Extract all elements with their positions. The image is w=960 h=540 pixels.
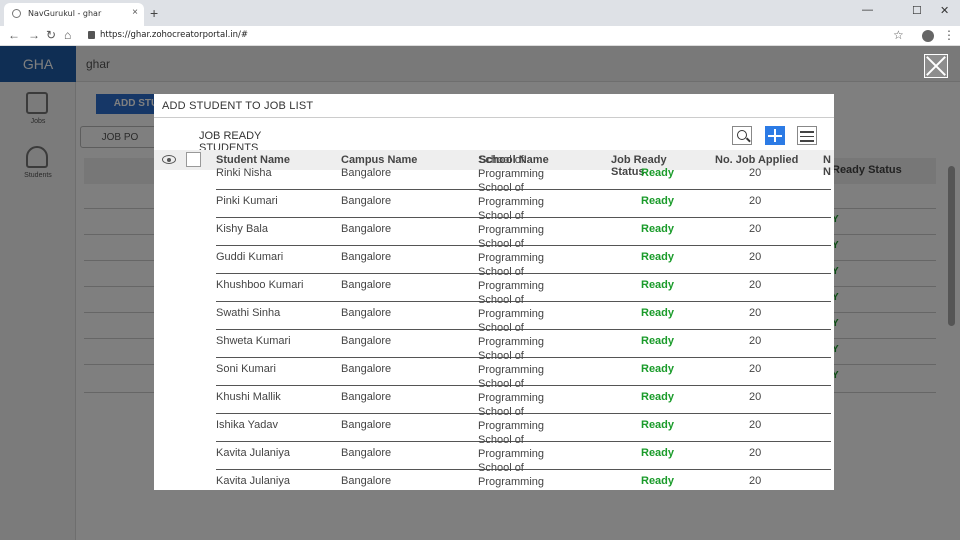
school-cell: School of Programming bbox=[478, 434, 545, 460]
school-cell: School of Programming bbox=[478, 322, 545, 348]
tab-close-icon[interactable]: × bbox=[132, 7, 138, 18]
school-cell: School of Programming bbox=[478, 294, 545, 320]
campus-cell: Bangalore bbox=[341, 307, 392, 319]
student-name-cell: Swathi Sinha bbox=[216, 307, 281, 319]
campus-cell: Bangalore bbox=[341, 419, 392, 431]
campus-cell: Bangalore bbox=[341, 447, 392, 459]
ready-status-cell: Ready bbox=[641, 391, 675, 403]
ready-status-cell: Ready bbox=[641, 307, 675, 319]
browser-menu-icon[interactable]: ⋮ bbox=[943, 28, 955, 42]
select-all-checkbox[interactable] bbox=[186, 152, 201, 167]
window-close-button[interactable]: ✕ bbox=[940, 4, 949, 17]
lock-icon bbox=[88, 31, 95, 39]
profile-avatar-icon[interactable] bbox=[922, 30, 934, 42]
school-cell: School of Programming bbox=[478, 154, 545, 180]
url-input[interactable]: https://ghar.zohocreatorportal.in/# bbox=[100, 30, 248, 40]
jobs-applied-cell: 20 bbox=[749, 223, 762, 235]
bookmark-star-icon[interactable]: ☆ bbox=[893, 28, 904, 42]
school-cell: School of Programming bbox=[478, 182, 545, 208]
ready-status-cell: Ready bbox=[641, 363, 675, 375]
student-name-cell: Kavita Julaniya bbox=[216, 475, 290, 487]
student-name-cell: Kavita Julaniya bbox=[216, 447, 290, 459]
jobs-applied-cell: 20 bbox=[749, 307, 762, 319]
student-name-cell: Khushboo Kumari bbox=[216, 279, 304, 291]
jobs-applied-cell: 20 bbox=[749, 195, 762, 207]
eye-icon[interactable] bbox=[162, 155, 176, 164]
new-tab-button[interactable]: + bbox=[150, 5, 158, 21]
school-cell: School of Programming bbox=[478, 210, 545, 236]
campus-cell: Bangalore bbox=[341, 363, 392, 375]
student-name-cell: Pinki Kumari bbox=[216, 195, 278, 207]
campus-cell: Bangalore bbox=[341, 251, 392, 263]
student-name-cell: Soni Kumari bbox=[216, 363, 276, 375]
ready-status-cell: Ready bbox=[641, 223, 675, 235]
jobs-applied-cell: 20 bbox=[749, 279, 762, 291]
home-icon[interactable]: ⌂ bbox=[64, 28, 71, 42]
browser-tab-bar: NavGurukul - ghar × + — ☐ ✕ bbox=[0, 0, 960, 26]
student-name-cell: Rinki Nisha bbox=[216, 167, 272, 179]
reload-icon[interactable]: ↻ bbox=[46, 28, 56, 42]
school-cell: School of Programming bbox=[478, 266, 545, 292]
student-name-cell: Guddi Kumari bbox=[216, 251, 284, 263]
ready-status-cell: Ready bbox=[641, 251, 675, 263]
school-cell: School of Programming bbox=[478, 406, 545, 432]
campus-cell: Bangalore bbox=[341, 279, 392, 291]
minimize-button[interactable]: — bbox=[862, 4, 873, 16]
jobs-applied-cell: 20 bbox=[749, 391, 762, 403]
campus-cell: Bangalore bbox=[341, 391, 392, 403]
jobs-applied-cell: 20 bbox=[749, 335, 762, 347]
menu-icon[interactable] bbox=[797, 126, 817, 145]
ready-status-cell: Ready bbox=[641, 195, 675, 207]
ready-status-cell: Ready bbox=[641, 279, 675, 291]
forward-icon[interactable]: → bbox=[28, 28, 40, 42]
student-name-cell: Ishika Yadav bbox=[216, 419, 278, 431]
maximize-button[interactable]: ☐ bbox=[912, 4, 922, 17]
campus-cell: Bangalore bbox=[341, 195, 392, 207]
ready-status-cell: Ready bbox=[641, 167, 675, 179]
search-icon[interactable] bbox=[732, 126, 752, 145]
school-cell: School of Programming bbox=[478, 378, 545, 404]
ready-status-cell: Ready bbox=[641, 419, 675, 431]
modal-title: ADD STUDENT TO JOB LIST bbox=[162, 100, 314, 112]
campus-cell: Bangalore bbox=[341, 223, 392, 235]
student-name-cell: Shweta Kumari bbox=[216, 335, 291, 347]
ready-status-cell: Ready bbox=[641, 475, 675, 487]
add-icon[interactable] bbox=[765, 126, 785, 145]
table-row[interactable]: Kavita Julaniya Bangalore School of Progra… bbox=[216, 462, 831, 490]
school-cell: School of Programming bbox=[478, 350, 545, 376]
jobs-applied-cell: 20 bbox=[749, 447, 762, 459]
browser-tab[interactable]: NavGurukul - ghar × bbox=[4, 3, 144, 26]
back-icon[interactable]: ← bbox=[8, 28, 20, 42]
ready-status-cell: Ready bbox=[641, 335, 675, 347]
tab-title: NavGurukul - ghar bbox=[28, 9, 102, 18]
school-cell: School of Programming bbox=[478, 238, 545, 264]
section-title: JOB READY STUDENTS bbox=[199, 130, 262, 150]
jobs-applied-cell: 20 bbox=[749, 363, 762, 375]
campus-cell: Bangalore bbox=[341, 335, 392, 347]
address-bar: ← → ↻ ⌂ https://ghar.zohocreatorportal.i… bbox=[0, 26, 960, 46]
close-modal-icon[interactable] bbox=[924, 54, 948, 78]
campus-cell: Bangalore bbox=[341, 475, 392, 487]
campus-cell: Bangalore bbox=[341, 167, 392, 179]
jobs-applied-cell: 20 bbox=[749, 167, 762, 179]
student-name-cell: Kishy Bala bbox=[216, 223, 268, 235]
jobs-applied-cell: 20 bbox=[749, 251, 762, 263]
add-student-modal: ADD STUDENT TO JOB LIST JOB READY STUDEN… bbox=[154, 94, 834, 490]
student-name-cell: Khushi Mallik bbox=[216, 391, 281, 403]
modal-header: ADD STUDENT TO JOB LIST bbox=[154, 94, 834, 118]
jobs-applied-cell: 20 bbox=[749, 419, 762, 431]
school-cell: School of Programming bbox=[478, 462, 545, 488]
jobs-applied-cell: 20 bbox=[749, 475, 762, 487]
ready-status-cell: Ready bbox=[641, 447, 675, 459]
favicon-icon bbox=[12, 9, 21, 18]
